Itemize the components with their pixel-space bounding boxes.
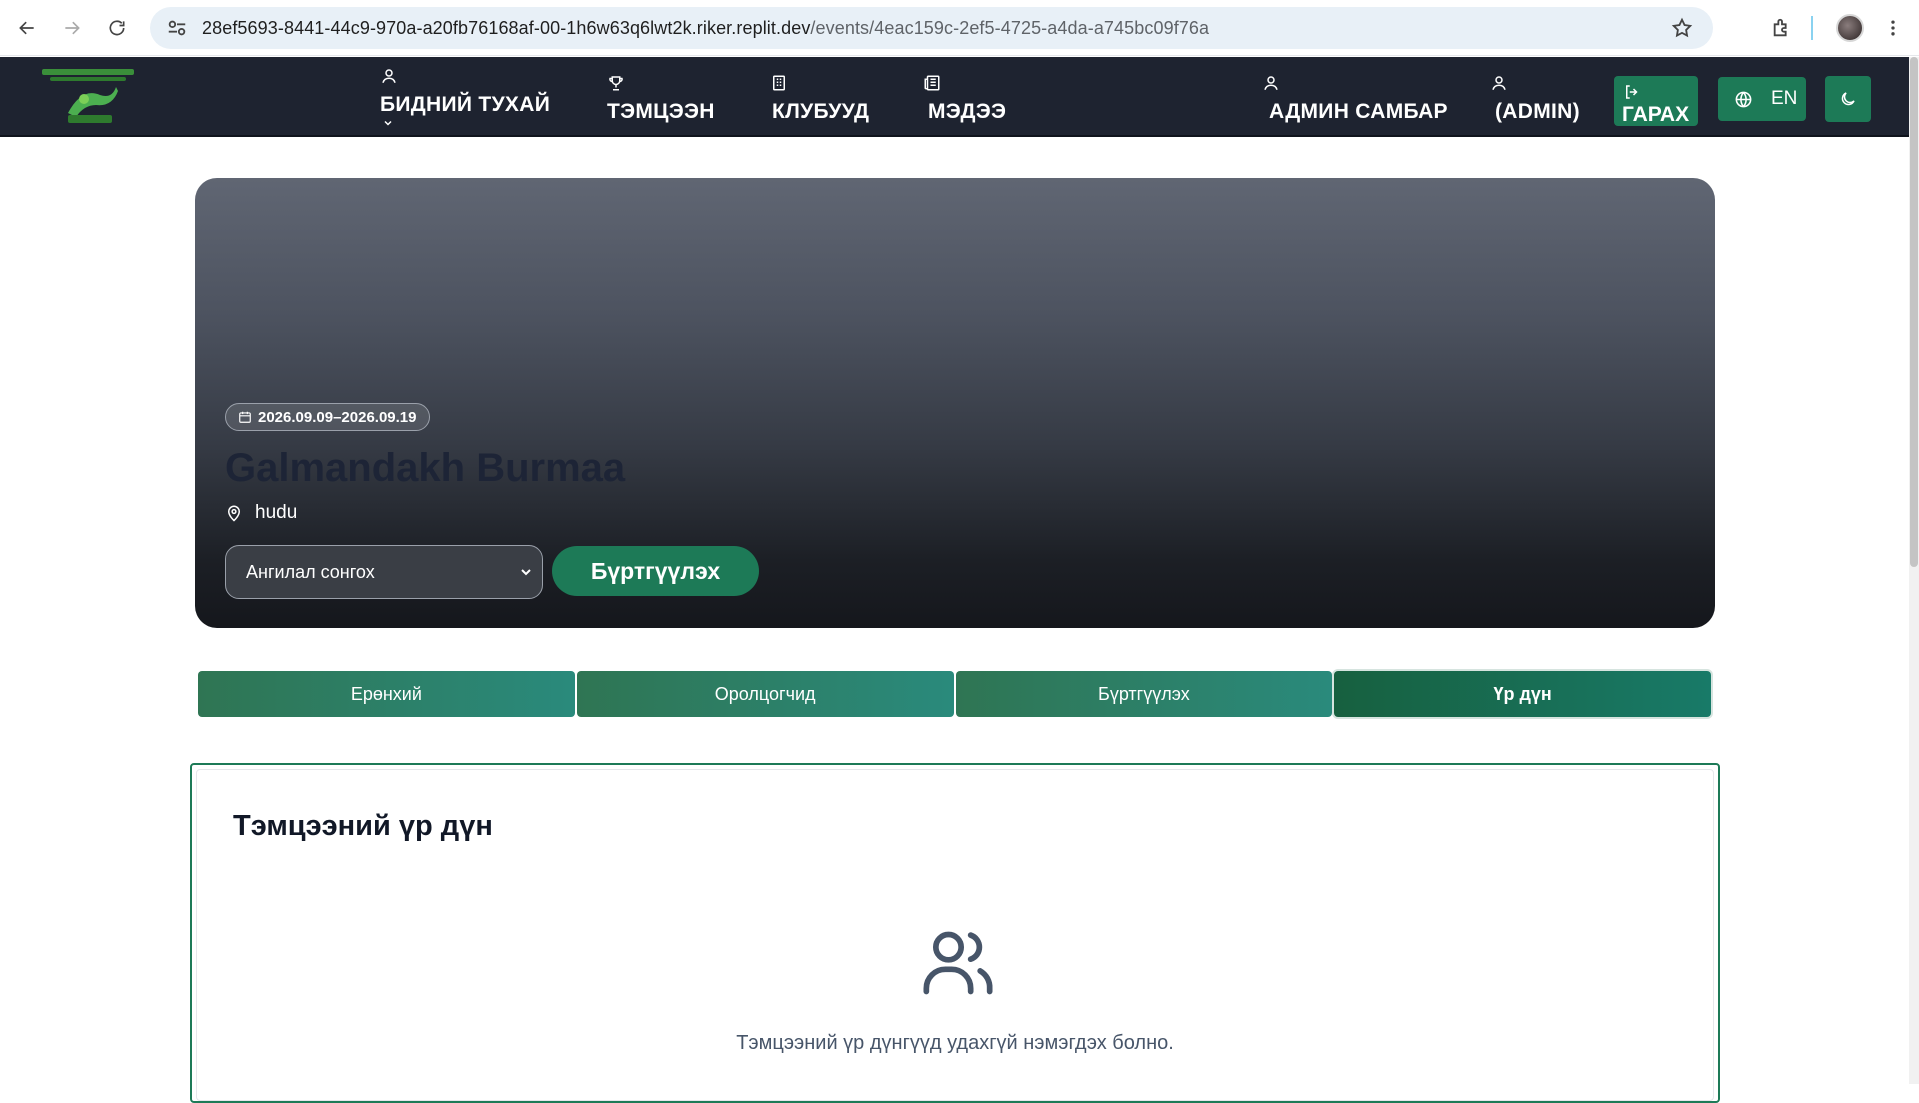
reload-icon (109, 20, 125, 36)
date-badge: 2026.09.09–2026.09.19 (225, 403, 430, 431)
moon-icon (1841, 92, 1855, 106)
users-icon (923, 931, 993, 995)
results-card: Тэмцээний үр дүн Тэмцээний үр дүнгүүд уд… (196, 769, 1714, 1101)
forward-button[interactable] (56, 12, 88, 44)
site-logo[interactable] (38, 65, 138, 127)
nav-clubs-label: КЛУБУУД (772, 100, 870, 123)
nav-competitions[interactable]: ТЭМЦЭЭН (607, 74, 717, 124)
results-empty-message: Тэмцээний үр дүнгүүд удахгүй нэмэгдэх бо… (736, 1032, 1174, 1054)
logo-icon (42, 69, 134, 123)
logout-icon (1626, 85, 1638, 99)
newspaper-icon (924, 75, 940, 91)
event-location: hudu (225, 502, 297, 524)
user-icon (1264, 76, 1278, 90)
more-vertical-icon (1891, 20, 1895, 36)
nav-news-label: МЭДЭЭ (928, 100, 1007, 123)
building-icon (773, 75, 785, 91)
map-pin-icon (227, 505, 241, 522)
page-scrollbar-thumb[interactable] (1910, 57, 1918, 567)
category-select-value: Ангилал сонгох (246, 561, 375, 582)
language-label: EN (1771, 88, 1798, 109)
language-toggle-button[interactable]: EN (1718, 77, 1806, 121)
register-button[interactable]: Бүртгүүлэх (552, 546, 759, 596)
nav-admin-label: АДМИН САМБАР (1269, 100, 1448, 123)
user-icon (382, 69, 396, 83)
results-panel: Тэмцээний үр дүн Тэмцээний үр дүнгүүд уд… (190, 763, 1720, 1103)
tab-participants[interactable]: Оролцогчид (576, 671, 954, 717)
browser-toolbar: 28ef5693-8441-44c9-970a-a20fb76168af-00-… (0, 0, 1919, 56)
tab-general[interactable]: Ерөнхий (198, 671, 575, 717)
back-button[interactable] (11, 12, 43, 44)
reload-button[interactable] (101, 12, 133, 44)
bookmark-star-icon[interactable] (1671, 17, 1693, 39)
nav-user-profile[interactable]: (ADMIN) (1490, 74, 1580, 124)
arrow-left-icon (19, 21, 34, 35)
toolbar-divider (1811, 16, 1813, 40)
nav-about-label: БИДНИЙ ТУХАЙ (380, 93, 551, 116)
date-range: 2026.09.09–2026.09.19 (258, 408, 417, 426)
event-hero: 2026.09.09–2026.09.19 Galmandakh Burmaa … (195, 178, 1715, 628)
event-title: Galmandakh Burmaa (225, 446, 626, 490)
tab-results[interactable]: Үр дүн (1334, 671, 1711, 717)
nav-about[interactable]: БИДНИЙ ТУХАЙ (380, 67, 550, 127)
category-select[interactable]: Ангилал сонгох (225, 545, 543, 599)
nav-admin-dashboard[interactable]: АДМИН САМБАР (1262, 74, 1448, 124)
logout-button[interactable]: ГАРАХ (1614, 76, 1698, 126)
nav-user-label: (ADMIN) (1495, 100, 1580, 123)
extensions-button[interactable] (1766, 12, 1798, 44)
logout-label: ГАРАХ (1622, 103, 1690, 126)
site-settings-icon[interactable] (166, 17, 188, 39)
event-tabs: Ерөнхий Оролцогчид Бүртгүүлэх Үр дүн (198, 671, 1711, 717)
avatar (1836, 14, 1864, 42)
theme-toggle-button[interactable] (1825, 76, 1871, 122)
url-text[interactable]: 28ef5693-8441-44c9-970a-a20fb76168af-00-… (202, 18, 1209, 39)
trophy-icon (609, 76, 623, 91)
site-header: БИДНИЙ ТУХАЙ ТЭМЦЭЭН КЛУБУУД МЭДЭЭ АДМИН… (0, 57, 1909, 137)
nav-clubs[interactable]: КЛУБУУД (770, 74, 870, 124)
chevron-down-icon (521, 569, 531, 576)
calendar-icon (239, 411, 251, 423)
globe-icon (1735, 91, 1752, 107)
chevron-down-icon (384, 120, 392, 126)
address-bar[interactable]: 28ef5693-8441-44c9-970a-a20fb76168af-00-… (150, 7, 1713, 49)
puzzle-icon (1773, 18, 1787, 37)
user-icon (1492, 76, 1506, 90)
location-text: hudu (255, 502, 298, 523)
tab-registration[interactable]: Бүртгүүлэх (955, 671, 1333, 717)
browser-menu-button[interactable] (1877, 12, 1909, 44)
nav-competitions-label: ТЭМЦЭЭН (607, 100, 715, 123)
nav-news[interactable]: МЭДЭЭ (923, 74, 1013, 124)
arrow-right-icon (65, 21, 80, 35)
results-title: Тэмцээний үр дүн (233, 810, 493, 842)
profile-button[interactable] (1834, 12, 1866, 44)
